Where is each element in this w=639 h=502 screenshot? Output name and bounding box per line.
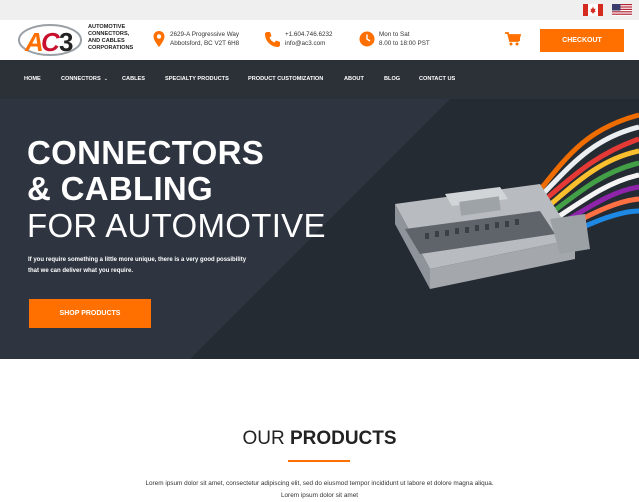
- hero-subtitle: If you require something a little more u…: [28, 257, 247, 274]
- nav-item-blog[interactable]: BLOG: [384, 60, 400, 99]
- logo-line: AND CABLES: [88, 38, 125, 44]
- nav-item-about[interactable]: ABOUT: [344, 60, 364, 99]
- nav-label: CONTACT US: [419, 76, 456, 82]
- site-logo[interactable]: A C 3 AUTOMOTIVE CONNECTORS, AND CABLES …: [16, 20, 146, 60]
- svg-text:3: 3: [59, 27, 73, 57]
- nav-item-cables[interactable]: CABLES: [122, 60, 145, 99]
- chevron-down-icon: ⌄: [103, 76, 108, 82]
- address-line: 2629-A Progressive Way: [170, 31, 240, 38]
- logo-wordmark: AUTOMOTIVE CONNECTORS, AND CABLES CORPOR…: [88, 24, 158, 52]
- hero-banner: CONNECTORS & CABLING FOR AUTOMOTIVE If y…: [0, 99, 639, 359]
- svg-text:C: C: [41, 27, 61, 57]
- heading-light: OUR: [242, 428, 290, 449]
- ac3-logo-mark: A C 3: [18, 24, 82, 57]
- hero-title-line: CONNECTORS: [27, 134, 265, 171]
- canada-flag-icon[interactable]: [583, 4, 603, 16]
- nav-item-connectors[interactable]: CONNECTORS ⌄: [61, 60, 108, 99]
- logo-line: CONNECTORS,: [88, 31, 130, 37]
- shop-products-button[interactable]: SHOP PRODUCTS: [29, 299, 151, 328]
- nav-label: BLOG: [384, 76, 401, 82]
- address-block: 2629-A Progressive Way Abbotsford, BC V2…: [170, 30, 239, 48]
- nav-label: CABLES: [122, 76, 145, 82]
- phone-email-block: +1.604.746.6232 info@ac3.com: [285, 30, 332, 48]
- main-nav: HOME CONNECTORS ⌄ CABLES SPECIALTY PRODUC…: [0, 60, 639, 99]
- map-pin-icon: [153, 31, 165, 47]
- nav-label: HOME: [24, 76, 41, 82]
- products-section: OUR PRODUCTS Lorem ipsum dolor sit amet,…: [0, 359, 639, 502]
- logo-line: CORPORATIONS: [88, 45, 134, 51]
- hero-title-line: FOR AUTOMOTIVE: [27, 207, 326, 244]
- clock-icon: [359, 31, 375, 47]
- nav-item-home[interactable]: HOME: [24, 60, 41, 99]
- nav-label: PRODUCT CUSTOMIZATION: [248, 76, 324, 82]
- usa-flag-icon[interactable]: [612, 4, 632, 16]
- nav-label: CONNECTORS: [61, 76, 101, 82]
- hero-title-line: & CABLING: [27, 170, 214, 207]
- address-line: Abbotsford, BC V2T 6H8: [170, 40, 240, 47]
- hours-block: Mon to Sat 8.00 to 18:00 PST: [379, 30, 430, 48]
- cart-icon[interactable]: [505, 32, 521, 46]
- nav-item-product-customization[interactable]: PRODUCT CUSTOMIZATION: [248, 60, 323, 99]
- phone-icon: [265, 32, 280, 47]
- hours-line: Mon to Sat: [379, 31, 410, 38]
- connector-image: [395, 112, 639, 289]
- language-bar: [0, 0, 639, 20]
- products-description: Lorem ipsum dolor sit amet, consectetur …: [145, 480, 494, 499]
- nav-label: ABOUT: [344, 76, 364, 82]
- logo-line: AUTOMOTIVE: [88, 24, 126, 30]
- checkout-button[interactable]: CHECKOUT: [540, 29, 624, 52]
- hero-title: CONNECTORS & CABLING FOR AUTOMOTIVE: [27, 135, 326, 245]
- hours-line: 8.00 to 18:00 PST: [379, 40, 430, 47]
- email-link[interactable]: info@ac3.com: [285, 39, 332, 48]
- heading-underline: [288, 460, 350, 462]
- products-heading: OUR PRODUCTS: [0, 428, 639, 450]
- nav-item-contact-us[interactable]: CONTACT US: [419, 60, 455, 99]
- heading-bold: PRODUCTS: [289, 428, 397, 449]
- nav-item-specialty-products[interactable]: SPECIALTY PRODUCTS: [165, 60, 229, 99]
- nav-label: SPECIALTY PRODUCTS: [165, 76, 229, 82]
- phone-link[interactable]: +1.604.746.6232: [285, 30, 332, 39]
- site-header: A C 3 AUTOMOTIVE CONNECTORS, AND CABLES …: [0, 20, 639, 60]
